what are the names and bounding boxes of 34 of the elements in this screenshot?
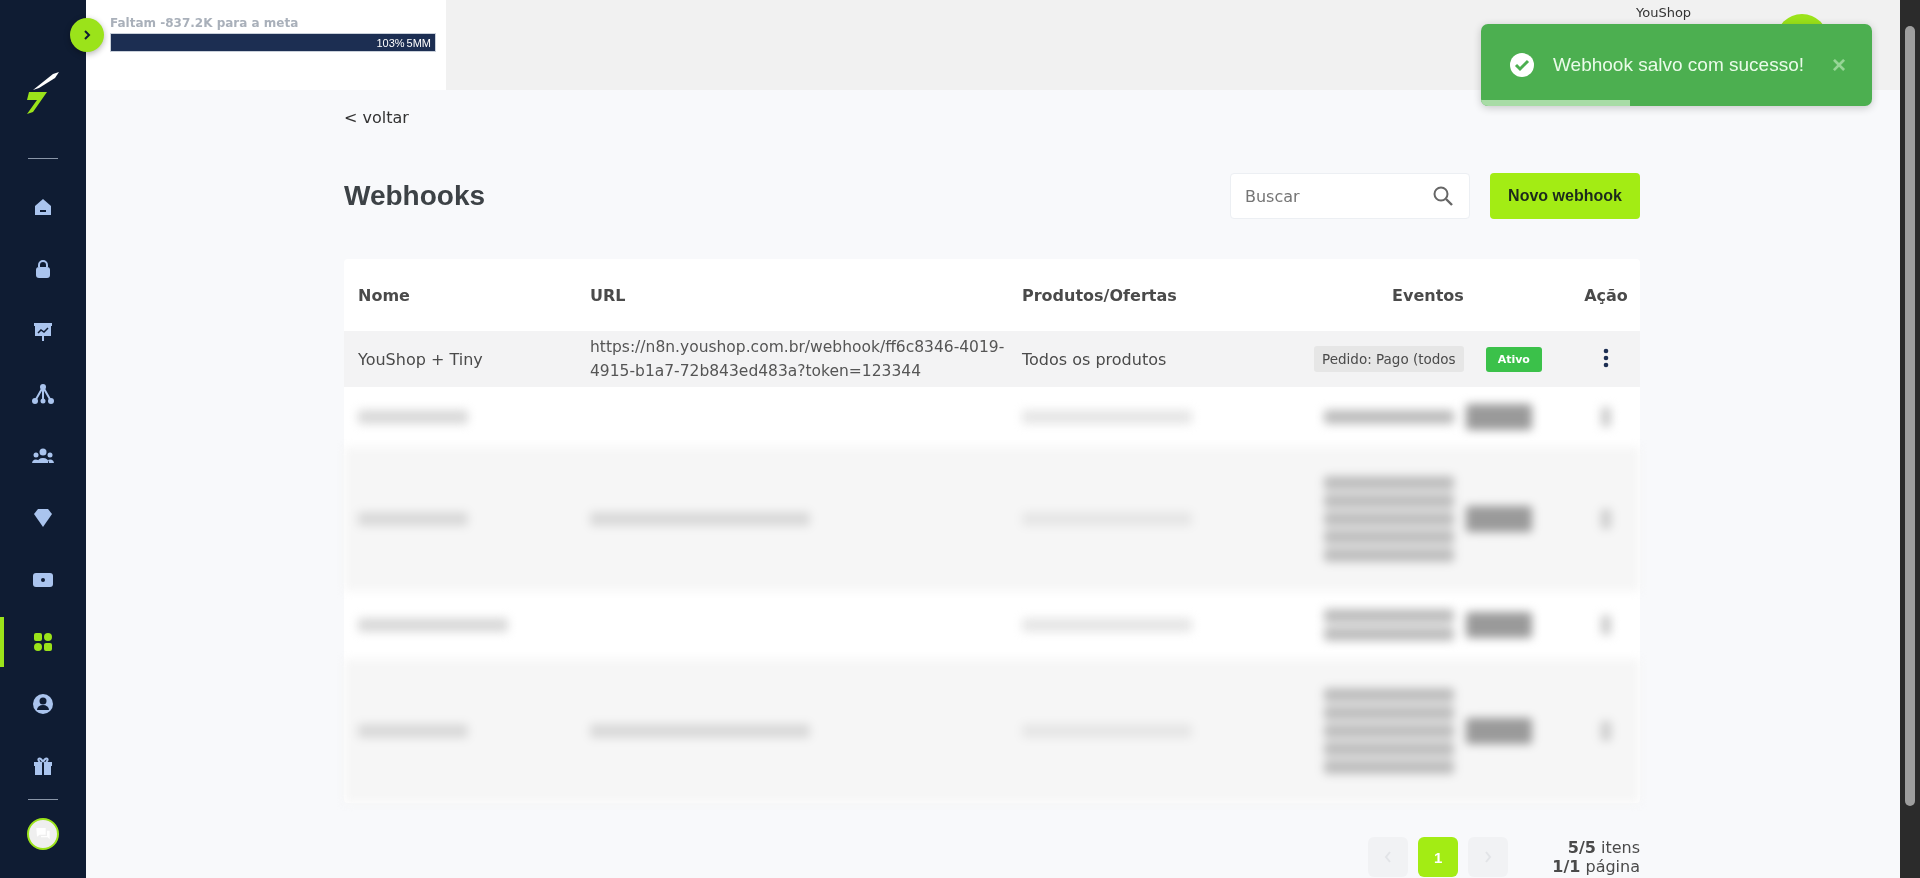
- scrollbar[interactable]: [1900, 0, 1920, 878]
- items-count: 5/5 itens: [1567, 838, 1640, 857]
- back-link[interactable]: < voltar: [344, 108, 409, 127]
- table-cell-text: Todos os produtos: [1022, 349, 1168, 369]
- expand-button[interactable]: [70, 18, 104, 52]
- presentation-icon: [31, 320, 55, 344]
- table-cell-text: https://n8n.youshop.com.br/webhook/ff6c8346-4019-4915-b1a7-72b843ed483a?token=123344: [590, 337, 1006, 382]
- goal-target: 5MM: [406, 36, 431, 49]
- status-badge: Ativo: [1485, 346, 1542, 372]
- pages-count: 1/1 página: [1552, 857, 1640, 876]
- toast-message: Webhook salvo com sucesso!: [1553, 54, 1805, 76]
- more-vertical-icon: [1603, 347, 1609, 368]
- goal-percent: 103%: [376, 36, 405, 49]
- event-tag: Pedido: Pago (todos: [1314, 346, 1464, 372]
- goal-text: Faltam -837.2K para a meta: [110, 16, 300, 30]
- column-header: Nome: [358, 285, 411, 305]
- column-header: URL: [590, 285, 627, 305]
- page-title: Webhooks: [344, 180, 487, 212]
- scroll-thumb[interactable]: [1905, 26, 1915, 806]
- user-name: YouShop: [1636, 5, 1692, 20]
- network-icon: [31, 382, 55, 406]
- check-circle-icon: [1509, 52, 1535, 78]
- chevron-right-icon: [81, 29, 93, 41]
- column-header: Ação: [1584, 285, 1628, 305]
- gift-icon: [31, 754, 55, 778]
- table-cell-text: YouShop + Tiny: [358, 349, 484, 369]
- search-icon: [1432, 185, 1454, 207]
- grid-icon: [31, 630, 55, 654]
- search-field[interactable]: Buscar: [1230, 173, 1470, 219]
- column-header: Produtos/Ofertas: [1022, 285, 1178, 305]
- column-header: Eventos: [1392, 285, 1464, 305]
- chat-button[interactable]: [27, 818, 59, 850]
- user-icon: [31, 692, 55, 716]
- new-webhook-button[interactable]: Novo webhook: [1490, 173, 1640, 219]
